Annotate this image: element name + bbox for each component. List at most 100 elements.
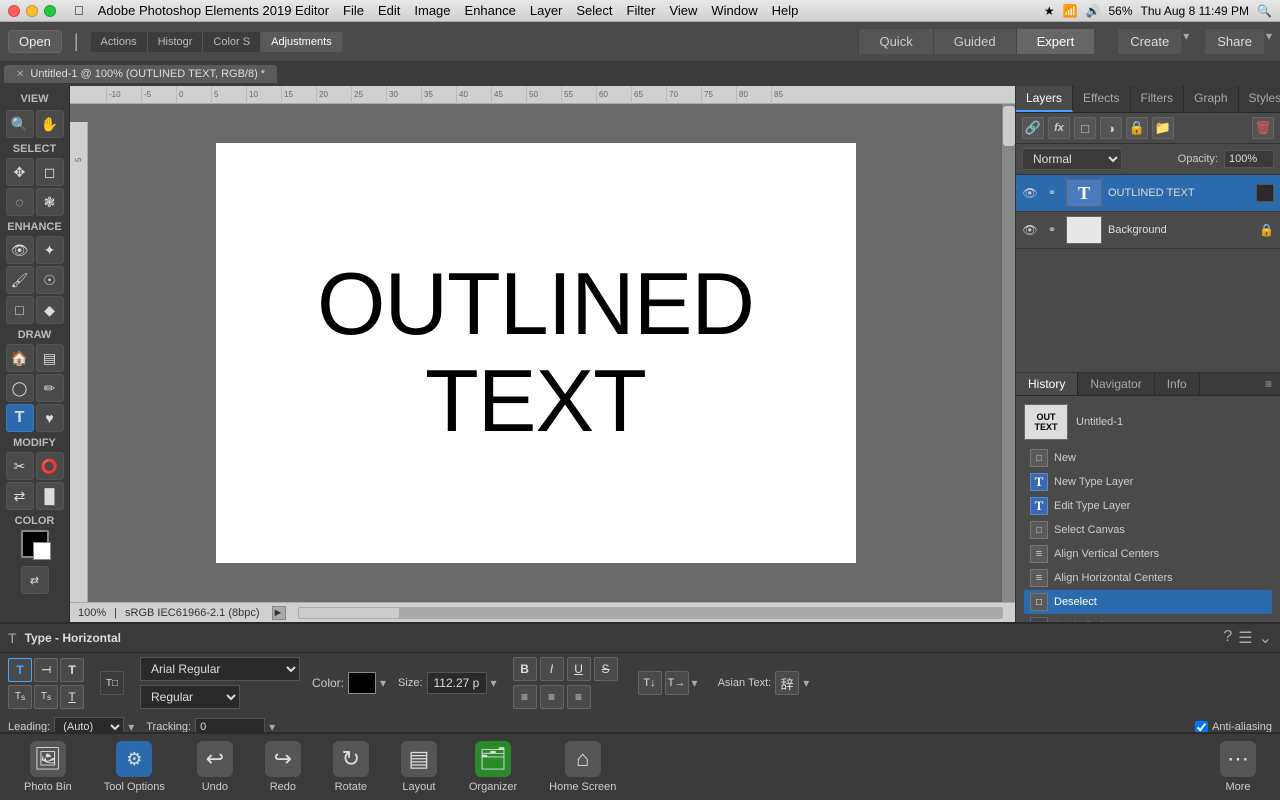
type-underline-style-btn[interactable]: T (60, 685, 84, 709)
document-tab[interactable]: ✕ Untitled-1 @ 100% (OUTLINED TEXT, RGB/… (4, 65, 277, 83)
mac-window-controls[interactable] (8, 5, 56, 17)
taskbar-undo[interactable]: ↩ Undo (181, 737, 249, 797)
text-orient-dropdown[interactable]: ▾ (692, 671, 698, 695)
asian-text-dropdown[interactable]: ▾ (803, 676, 809, 690)
layer-adjustment-icon[interactable]: ◑ (1100, 117, 1122, 139)
bold-btn[interactable]: B (513, 657, 537, 681)
options-close-icon[interactable]: ⌄ (1259, 628, 1272, 648)
menu-image[interactable]: Image (408, 3, 456, 18)
foreground-color[interactable] (21, 530, 49, 558)
hand-tool[interactable]: ✋ (36, 110, 64, 138)
mode-guided[interactable]: Guided (933, 29, 1016, 54)
layer-mask-icon[interactable]: □ (1074, 117, 1096, 139)
align-center-btn[interactable]: ≡ (540, 685, 564, 709)
underline-btn[interactable]: U (567, 657, 591, 681)
maximize-button[interactable] (44, 5, 56, 17)
type-subscript-btn[interactable]: Ts (8, 685, 32, 709)
history-item-align-v[interactable]: ≡ Align Vertical Centers (1024, 542, 1272, 566)
status-arrow[interactable]: ► (272, 606, 286, 620)
tab-info[interactable]: Info (1155, 373, 1200, 395)
options-help-icon[interactable]: ? (1223, 628, 1232, 648)
background-color[interactable] (33, 542, 51, 560)
type-superscript-btn[interactable]: Ts (34, 685, 58, 709)
history-item-align-h[interactable]: ≡ Align Horizontal Centers (1024, 566, 1272, 590)
size-dropdown-arrow[interactable]: ▾ (491, 676, 497, 690)
type-faux-bold-btn[interactable]: T (60, 658, 84, 682)
taskbar-more[interactable]: ⋯ More (1204, 737, 1272, 797)
horizontal-scrollbar[interactable] (298, 607, 1003, 619)
menu-help[interactable]: Help (766, 3, 805, 18)
mode-expert[interactable]: Expert (1016, 29, 1095, 54)
gradient-tool[interactable]: ▤ (36, 344, 64, 372)
mac-menu-bar[interactable]:  Adobe Photoshop Elements 2019 Editor F… (68, 3, 804, 18)
font-style-select[interactable]: Regular (140, 685, 240, 709)
taskbar-redo[interactable]: ↪ Redo (249, 737, 317, 797)
menu-window[interactable]: Window (705, 3, 763, 18)
type-horizontal-btn[interactable]: T (8, 658, 32, 682)
layer-visibility-icon[interactable]: 👁 (1022, 185, 1038, 201)
transform-tool[interactable]: ⭕ (36, 452, 64, 480)
create-button[interactable]: Create (1118, 29, 1181, 54)
menu-enhance[interactable]: Enhance (459, 3, 522, 18)
layer-delete-icon[interactable]: 🗑 (1252, 117, 1274, 139)
font-family-select[interactable]: Arial Regular (140, 657, 300, 681)
brush-tool[interactable]: 🖌 (6, 266, 34, 294)
recompose-tool[interactable]: █ (36, 482, 64, 510)
menu-select[interactable]: Select (570, 3, 618, 18)
type-vertical-btn[interactable]: T (34, 658, 58, 682)
menu-app[interactable]: Adobe Photoshop Elements 2019 Editor (92, 3, 335, 18)
text-horizontal-orient-btn[interactable]: T→ (665, 671, 689, 695)
dodge-tool[interactable]: ◯ (6, 374, 34, 402)
mode-quick[interactable]: Quick (858, 29, 932, 54)
history-item-deselect[interactable]: □ Deselect (1024, 590, 1272, 614)
history-item-edit-type-layer[interactable]: T Edit Type Layer (1024, 494, 1272, 518)
options-list-icon[interactable]: ☰ (1238, 628, 1252, 648)
pencil-tool[interactable]: ✏ (36, 374, 64, 402)
eraser-tool[interactable]: □ (6, 296, 34, 324)
tab-history[interactable]: History (1016, 373, 1078, 395)
tab-color-swatches[interactable]: Color S (203, 32, 261, 52)
align-right-btn[interactable]: ≡ (567, 685, 591, 709)
tab-actions[interactable]: Actions (91, 32, 148, 52)
asian-text-btn[interactable]: 辞 (775, 671, 799, 695)
tab-navigator[interactable]: Navigator (1078, 373, 1154, 395)
tab-histogram[interactable]: Histogr (148, 32, 204, 52)
search-icon[interactable]: 🔍 (1257, 4, 1272, 18)
type-mask-btn[interactable]: T□ (100, 671, 124, 695)
menu-layer[interactable]: Layer (524, 3, 569, 18)
taskbar-rotate[interactable]: ↻ Rotate (317, 737, 385, 797)
tab-layers[interactable]: Layers (1016, 86, 1073, 112)
layer-fx-icon[interactable]: fx (1048, 117, 1070, 139)
menu-file[interactable]: File (337, 3, 370, 18)
tab-close-icon[interactable]: ✕ (16, 69, 24, 80)
tab-adjustments[interactable]: Adjustments (261, 32, 343, 52)
color-dropdown-arrow[interactable]: ▾ (380, 676, 386, 690)
menu-view[interactable]: View (663, 3, 703, 18)
crop-tool[interactable]: ✂ (6, 452, 34, 480)
vertical-scrollbar[interactable] (1001, 104, 1015, 602)
italic-btn[interactable]: I (540, 657, 564, 681)
switch-colors[interactable]: ⇄ (21, 566, 49, 594)
taskbar-layout[interactable]: ▤ Layout (385, 737, 453, 797)
menu-edit[interactable]: Edit (372, 3, 406, 18)
taskbar-home-screen[interactable]: ⌂ Home Screen (533, 737, 632, 797)
layer-item-outlined-text[interactable]: 👁 ⚭ T OUTLINED TEXT (1016, 175, 1280, 212)
layer-link-icon[interactable]: 🔗 (1022, 117, 1044, 139)
history-item-select-canvas[interactable]: □ Select Canvas (1024, 518, 1272, 542)
layer-lock-icon[interactable]: 🔒 (1126, 117, 1148, 139)
tab-styles[interactable]: Styles (1239, 86, 1280, 112)
align-left-btn[interactable]: ≡ (513, 685, 537, 709)
panel-expand-icon[interactable]: ≡ (1257, 373, 1280, 395)
eyedropper-tool[interactable]: 👁 (6, 236, 34, 264)
history-item-new-type-layer[interactable]: T New Type Layer (1024, 470, 1272, 494)
warp-tool[interactable]: ⇄ (6, 482, 34, 510)
layer-visibility-icon[interactable]: 👁 (1022, 222, 1038, 238)
taskbar-photo-bin[interactable]: 🖼 Photo Bin (8, 737, 88, 797)
close-button[interactable] (8, 5, 20, 17)
tab-graph[interactable]: Graph (1184, 86, 1238, 112)
magic-wand-tool[interactable]: ❃ (36, 188, 64, 216)
sharpen-tool[interactable]: ◆ (36, 296, 64, 324)
lasso-tool[interactable]: ◌ (6, 188, 34, 216)
clone-stamp-tool[interactable]: ☉ (36, 266, 64, 294)
history-item-apply-style[interactable]: □ Apply Style (1024, 614, 1272, 622)
